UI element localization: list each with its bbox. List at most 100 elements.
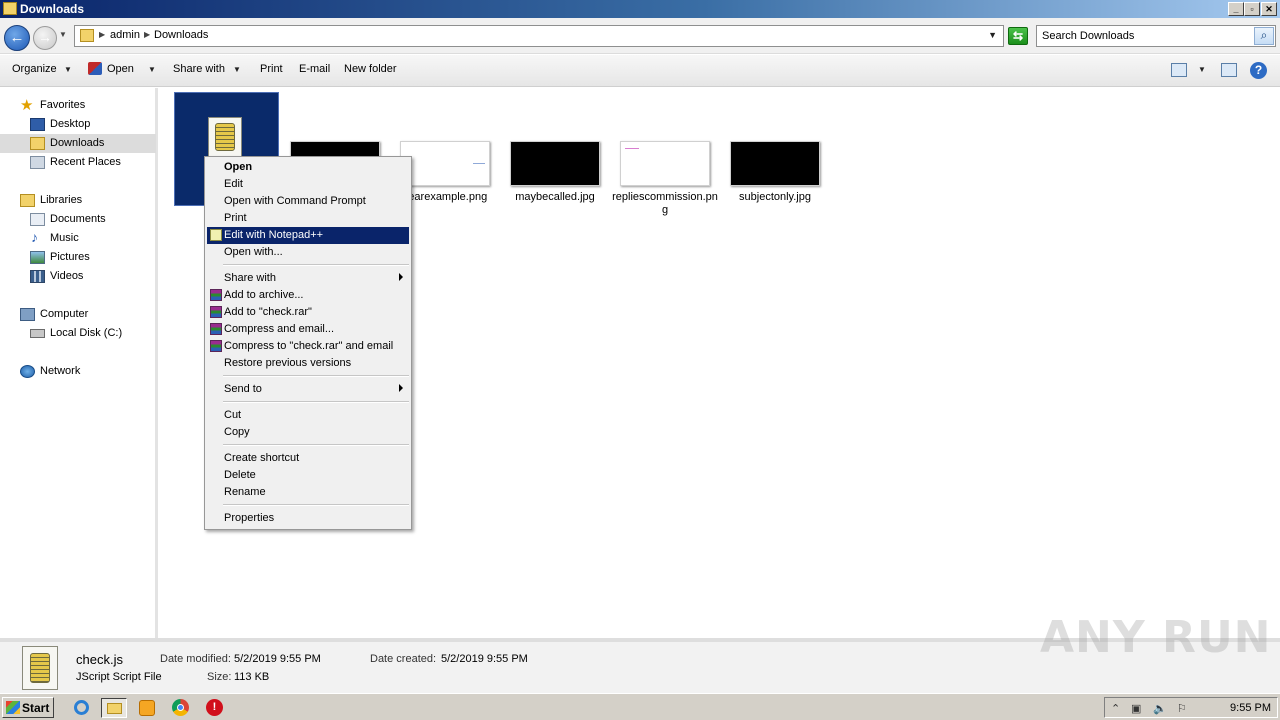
open-icon (88, 62, 102, 75)
media-player-icon[interactable] (136, 698, 158, 718)
search-placeholder: Search Downloads (1042, 30, 1135, 42)
menu-item-open-with[interactable]: Open with... (207, 244, 409, 261)
organize-button[interactable]: Organize (12, 63, 57, 75)
notepad-plus-plus-icon (210, 229, 222, 241)
menu-item-share-with[interactable]: Share with (207, 270, 409, 287)
nav-pictures[interactable]: Pictures (0, 248, 156, 267)
nav-recent-places[interactable]: Recent Places (0, 153, 156, 172)
nav-videos[interactable]: Videos (0, 267, 156, 286)
menu-item-compress-rar-email[interactable]: Compress to "check.rar" and email (207, 338, 409, 355)
chevron-down-icon[interactable]: ▼ (148, 65, 156, 74)
refresh-button[interactable]: ⇆ (1008, 27, 1028, 45)
menu-item-send-to[interactable]: Send to (207, 381, 409, 398)
search-icon[interactable]: ⌕ (1254, 27, 1274, 45)
menu-separator (223, 444, 409, 446)
pictures-icon (30, 251, 45, 264)
breadcrumb-downloads[interactable]: Downloads (154, 29, 208, 41)
chevron-down-icon[interactable]: ▼ (64, 65, 72, 74)
print-button[interactable]: Print (260, 63, 283, 75)
file-name: maybecalled.jpg (515, 191, 595, 203)
show-hidden-icons-icon[interactable]: ⌃ (1111, 702, 1120, 715)
nav-desktop[interactable]: Desktop (0, 115, 156, 134)
nav-favorites[interactable]: ★ Favorites (0, 96, 156, 115)
menu-item-cut[interactable]: Cut (207, 407, 409, 424)
menu-label: Print (224, 212, 247, 224)
recent-pages-dropdown[interactable]: ▼ (59, 30, 67, 39)
nav-libraries[interactable]: Libraries (0, 191, 156, 210)
downloads-folder-icon (30, 137, 45, 150)
videos-icon (30, 270, 45, 283)
winrar-icon (210, 306, 222, 318)
breadcrumb-chevron-icon[interactable]: ▶ (99, 30, 105, 39)
menu-item-edit[interactable]: Edit (207, 176, 409, 193)
menu-item-delete[interactable]: Delete (207, 467, 409, 484)
chevron-down-icon[interactable]: ▼ (1198, 65, 1206, 74)
chrome-icon[interactable] (170, 698, 192, 718)
menu-label: Open (224, 161, 253, 173)
menu-label: Open with... (224, 246, 283, 258)
menu-item-open[interactable]: Open (207, 159, 409, 176)
explorer-taskbar-button[interactable] (101, 698, 127, 718)
music-icon: ♪ (31, 229, 38, 245)
chevron-down-icon[interactable]: ▼ (233, 65, 241, 74)
minimize-button[interactable]: _ (1228, 2, 1244, 16)
recent-places-icon (30, 156, 45, 169)
breadcrumb-chevron-icon[interactable]: ▶ (144, 30, 150, 39)
menu-label: Rename (224, 486, 266, 498)
computer-icon (20, 308, 35, 321)
file-thumbnail (510, 141, 600, 186)
change-view-icon[interactable] (1171, 63, 1187, 77)
details-size-label: Size: (207, 671, 232, 683)
window-title: Downloads (20, 2, 85, 16)
menu-label: Share with (224, 272, 276, 284)
email-button[interactable]: E-mail (299, 63, 330, 75)
menu-label: Open with Command Prompt (224, 195, 366, 207)
nav-network[interactable]: Network (0, 362, 156, 381)
menu-item-compress-email[interactable]: Compress and email... (207, 321, 409, 338)
nav-downloads[interactable]: Downloads (0, 134, 156, 153)
menu-item-print[interactable]: Print (207, 210, 409, 227)
menu-item-rename[interactable]: Rename (207, 484, 409, 501)
preview-pane-icon[interactable] (1221, 63, 1237, 77)
menu-label: Add to archive... (224, 289, 304, 301)
opera-icon[interactable]: ! (203, 698, 225, 718)
nav-documents[interactable]: Documents (0, 210, 156, 229)
volume-icon[interactable]: 🔈 (1153, 702, 1167, 715)
maximize-button[interactable]: ▫ (1244, 2, 1260, 16)
clock[interactable]: 9:55 PM (1230, 702, 1271, 714)
new-folder-button[interactable]: New folder (344, 63, 397, 75)
back-button[interactable]: ← (4, 25, 30, 51)
address-dropdown-icon[interactable]: ▼ (988, 30, 997, 40)
details-created-value: 5/2/2019 9:55 PM (441, 653, 528, 665)
menu-item-edit-notepad[interactable]: Edit with Notepad++ (207, 227, 409, 244)
menu-label: Properties (224, 512, 275, 524)
menu-item-restore-versions[interactable]: Restore previous versions (207, 355, 409, 372)
libraries-icon (20, 194, 35, 207)
nav-music[interactable]: ♪ Music (0, 229, 156, 248)
menu-item-add-rar[interactable]: Add to "check.rar" (207, 304, 409, 321)
help-icon[interactable]: ? (1250, 62, 1267, 79)
search-input[interactable]: Search Downloads ⌕ (1036, 25, 1276, 47)
nav-computer[interactable]: Computer (0, 305, 156, 324)
action-center-flag-icon[interactable]: ⚐ (1177, 702, 1187, 715)
address-row: ← → ▼ ▶ admin ▶ Downloads ▼ ⇆ Search Dow… (0, 18, 1280, 54)
breadcrumb-admin[interactable]: admin (110, 29, 140, 41)
nav-label: Recent Places (50, 156, 121, 168)
start-button[interactable]: Start (2, 697, 54, 718)
open-button[interactable]: Open (107, 63, 134, 75)
nav-label: Desktop (50, 118, 91, 130)
share-with-button[interactable]: Share with (173, 63, 225, 75)
menu-item-properties[interactable]: Properties (207, 510, 409, 527)
network-tray-icon[interactable]: ▣ (1131, 702, 1141, 715)
nav-local-disk[interactable]: Local Disk (C:) (0, 324, 156, 343)
internet-explorer-icon[interactable] (70, 698, 92, 718)
menu-item-copy[interactable]: Copy (207, 424, 409, 441)
menu-item-add-archive[interactable]: Add to archive... (207, 287, 409, 304)
menu-item-open-cmd[interactable]: Open with Command Prompt (207, 193, 409, 210)
menu-label: Edit with Notepad++ (224, 229, 324, 241)
address-bar[interactable]: ▶ admin ▶ Downloads ▼ (74, 25, 1004, 47)
forward-button[interactable]: → (33, 26, 57, 50)
menu-item-create-shortcut[interactable]: Create shortcut (207, 450, 409, 467)
windows-logo-icon (6, 701, 20, 714)
close-button[interactable]: ✕ (1261, 2, 1277, 16)
